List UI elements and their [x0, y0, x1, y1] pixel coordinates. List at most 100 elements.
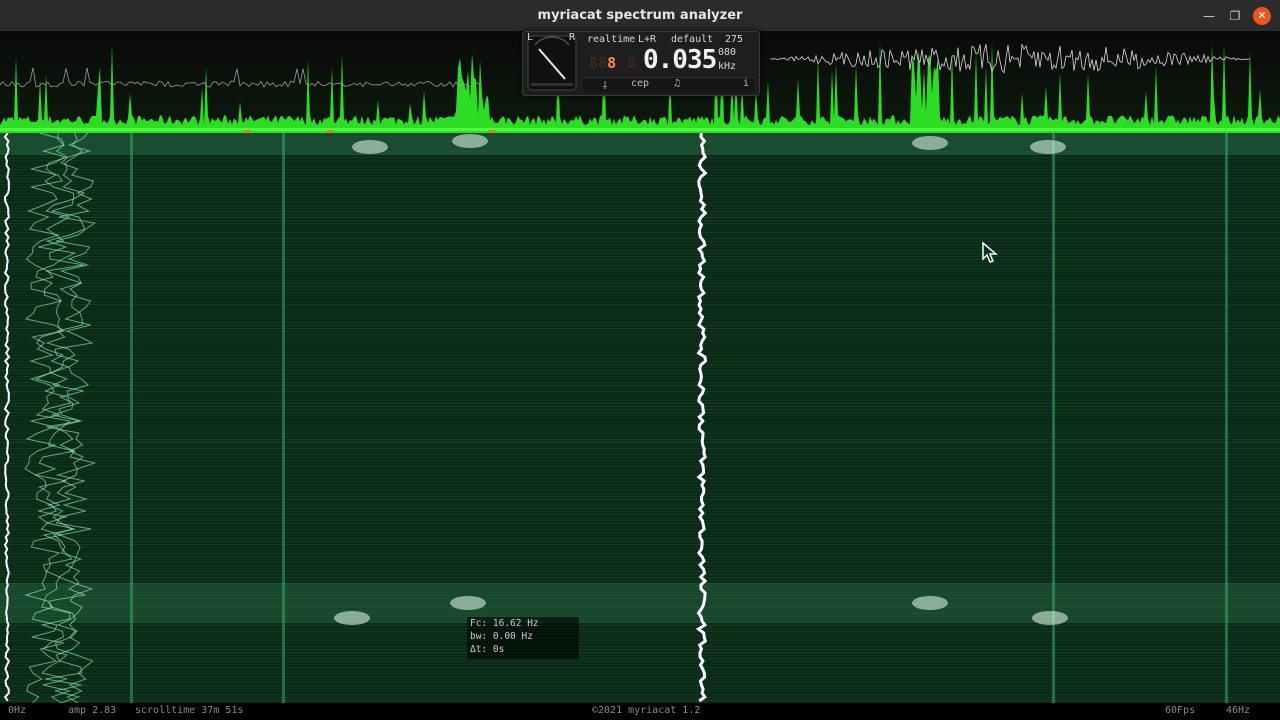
waterfall-row: [0, 484, 1280, 485]
frequency-readout: 0.035: [643, 45, 717, 75]
waterfall-row: [0, 679, 1280, 680]
cursor-info-tooltip: Fc: 16.62 Hz bw: 0.00 Hz Δt: 0s: [467, 617, 579, 659]
waterfall-row: [0, 442, 1280, 443]
segment-display: 888: [589, 54, 616, 72]
waterfall-row: [0, 481, 1280, 482]
waterfall-row: [0, 346, 1280, 347]
waterfall-row: [0, 172, 1280, 173]
waterfall-row: [0, 253, 1280, 254]
music-note-icon[interactable]: ♫: [669, 78, 685, 89]
window-title: myriacat spectrum analyzer: [537, 8, 743, 23]
waterfall-row: [0, 382, 1280, 383]
close-icon[interactable]: ✕: [1253, 7, 1271, 25]
waterfall-row: [0, 658, 1280, 659]
signal-burst: [334, 611, 370, 625]
mode-label[interactable]: realtime: [587, 34, 635, 45]
waterfall-row: [0, 331, 1280, 332]
waterfall-row: [0, 640, 1280, 641]
waterfall-row: [0, 232, 1280, 233]
waterfall-row: [0, 487, 1280, 488]
waterfall-row: [0, 349, 1280, 350]
unit-label: kHz: [718, 61, 737, 72]
status-right-frequency: 46Hz: [1226, 705, 1251, 716]
waterfall-row: [0, 292, 1280, 293]
waterfall-row: [0, 280, 1280, 281]
status-fps: 60Fps: [1165, 705, 1196, 716]
waterfall-row: [0, 538, 1280, 539]
waterfall-row: [0, 388, 1280, 389]
waterfall-row: [0, 370, 1280, 371]
meter-left-label: L: [527, 32, 534, 43]
waterfall-row: [0, 457, 1280, 458]
status-amp[interactable]: amp 2.83: [68, 705, 116, 716]
waterfall-row: [0, 403, 1280, 404]
channel-label[interactable]: L+R: [638, 34, 656, 45]
center-frequency: Fc: 16.62 Hz: [470, 618, 539, 629]
waterfall-line: [1225, 133, 1228, 703]
waterfall-row: [0, 499, 1280, 500]
waterfall-row: [0, 193, 1280, 194]
waterfall-row: [0, 646, 1280, 647]
waterfall-row: [0, 475, 1280, 476]
waterfall-row: [0, 652, 1280, 653]
signal-burst: [1030, 140, 1066, 154]
waterfall-row: [0, 544, 1280, 545]
info-button[interactable]: i: [741, 78, 751, 89]
waterfall-row: [0, 577, 1280, 578]
waterfall-row: [0, 520, 1280, 521]
signal-burst: [1032, 611, 1068, 625]
waterfall-row: [0, 196, 1280, 197]
waterfall-line: [130, 133, 133, 703]
waterfall-row: [0, 469, 1280, 470]
waterfall-row: [0, 190, 1280, 191]
waterfall-line: [282, 133, 285, 703]
waterfall-row: [0, 478, 1280, 479]
signal-burst: [912, 136, 948, 150]
waterfall-row: [0, 313, 1280, 314]
title-bar: myriacat spectrum analyzer — ❐ ✕: [0, 0, 1280, 32]
waterfall-row: [0, 361, 1280, 362]
waterfall-row: [0, 472, 1280, 473]
waterfall-row: [0, 367, 1280, 368]
waterfall-row: [0, 163, 1280, 164]
fft-size-label[interactable]: 275: [725, 34, 743, 45]
waterfall-row: [0, 415, 1280, 416]
waterfall-row: [0, 343, 1280, 344]
preset-label[interactable]: default: [671, 34, 713, 45]
waterfall-row: [0, 568, 1280, 569]
waterfall-row: [0, 571, 1280, 572]
waterfall-row: [0, 553, 1280, 554]
waterfall-row: [0, 529, 1280, 530]
waterfall-row: [0, 556, 1280, 557]
waterfall-row: [0, 235, 1280, 236]
waterfall-row: [0, 550, 1280, 551]
waterfall-row: [0, 283, 1280, 284]
waterfall-row: [0, 451, 1280, 452]
waterfall-display[interactable]: [0, 133, 1280, 703]
waterfall-row: [0, 418, 1280, 419]
cep-button[interactable]: cep: [627, 78, 653, 89]
status-scrolltime[interactable]: scrolltime 37m 51s: [135, 705, 243, 716]
maximize-icon[interactable]: ❐: [1226, 7, 1244, 25]
waterfall-row: [0, 160, 1280, 161]
waterfall-row: [0, 394, 1280, 395]
waterfall-row: [0, 304, 1280, 305]
waterfall-row: [0, 157, 1280, 158]
waterfall-row: [0, 301, 1280, 302]
marker-tool-button[interactable]: ⸸: [597, 78, 613, 92]
waterfall-row: [0, 460, 1280, 461]
waterfall-row: [0, 217, 1280, 218]
waterfall-row: [0, 250, 1280, 251]
waterfall-row: [0, 535, 1280, 536]
segment-ghost: 88: [589, 54, 608, 72]
waterfall-row: [0, 502, 1280, 503]
signal-burst: [450, 596, 486, 610]
waterfall-band-top: [0, 133, 1280, 155]
waterfall-row: [0, 463, 1280, 464]
waterfall-row: [0, 229, 1280, 230]
minimize-icon[interactable]: —: [1200, 7, 1218, 25]
waterfall-row: [0, 574, 1280, 575]
waterfall-row: [0, 166, 1280, 167]
waterfall-row: [0, 670, 1280, 671]
waterfall-row: [0, 664, 1280, 665]
